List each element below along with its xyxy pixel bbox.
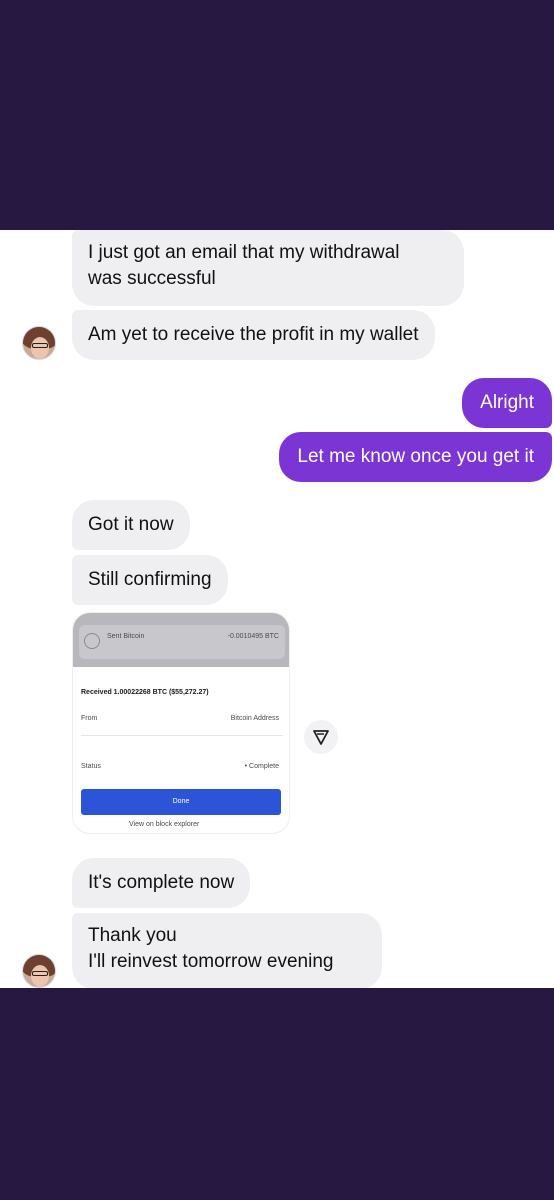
message-line: I'll reinvest tomorrow evening [88, 951, 334, 972]
divider [81, 735, 283, 736]
top-letterbox [0, 0, 554, 230]
screenshot-header: Sent Bitcoin -0.0010495 BTC [73, 613, 289, 667]
from-value: Bitcoin Address [230, 715, 279, 722]
chat-thread: I just got an email that my withdrawal w… [0, 230, 554, 988]
done-button[interactable]: Done [81, 789, 281, 815]
incoming-message: Am yet to receive the profit in my walle… [72, 310, 435, 360]
from-label: From [81, 715, 98, 722]
incoming-message: Thank you I'll reinvest tomorrow evening [72, 913, 382, 988]
incoming-message: It's complete now [72, 858, 251, 908]
message-line: I just got an email that my withdrawal [88, 242, 400, 263]
message-line: was successful [88, 268, 216, 289]
outgoing-message: Alright [462, 378, 552, 428]
message-line: Thank you [88, 925, 177, 946]
bottom-letterbox [0, 988, 554, 1200]
share-icon[interactable] [304, 720, 338, 754]
status-value: • Complete [244, 763, 279, 770]
share-icon-glyph [313, 730, 329, 745]
incoming-message: I just got an email that my withdrawal w… [72, 230, 464, 306]
bitcoin-icon [84, 633, 100, 649]
shared-screenshot[interactable]: Sent Bitcoin -0.0010495 BTC Received 1.0… [72, 612, 290, 834]
asset-amount: -0.0010495 BTC [227, 633, 279, 640]
contact-avatar[interactable] [22, 326, 56, 360]
status-label: Status [81, 763, 101, 770]
contact-avatar[interactable] [22, 954, 56, 988]
incoming-message: Still confirming [72, 555, 228, 605]
block-explorer-link[interactable]: View on block explorer [129, 821, 199, 828]
transaction-card: Sent Bitcoin -0.0010495 BTC [79, 625, 285, 659]
received-line: Received 1.00022268 BTC ($55,272.27) [81, 689, 209, 696]
outgoing-message: Let me know once you get it [279, 432, 552, 482]
asset-label: Sent Bitcoin [107, 633, 145, 640]
incoming-message: Got it now [72, 500, 190, 550]
